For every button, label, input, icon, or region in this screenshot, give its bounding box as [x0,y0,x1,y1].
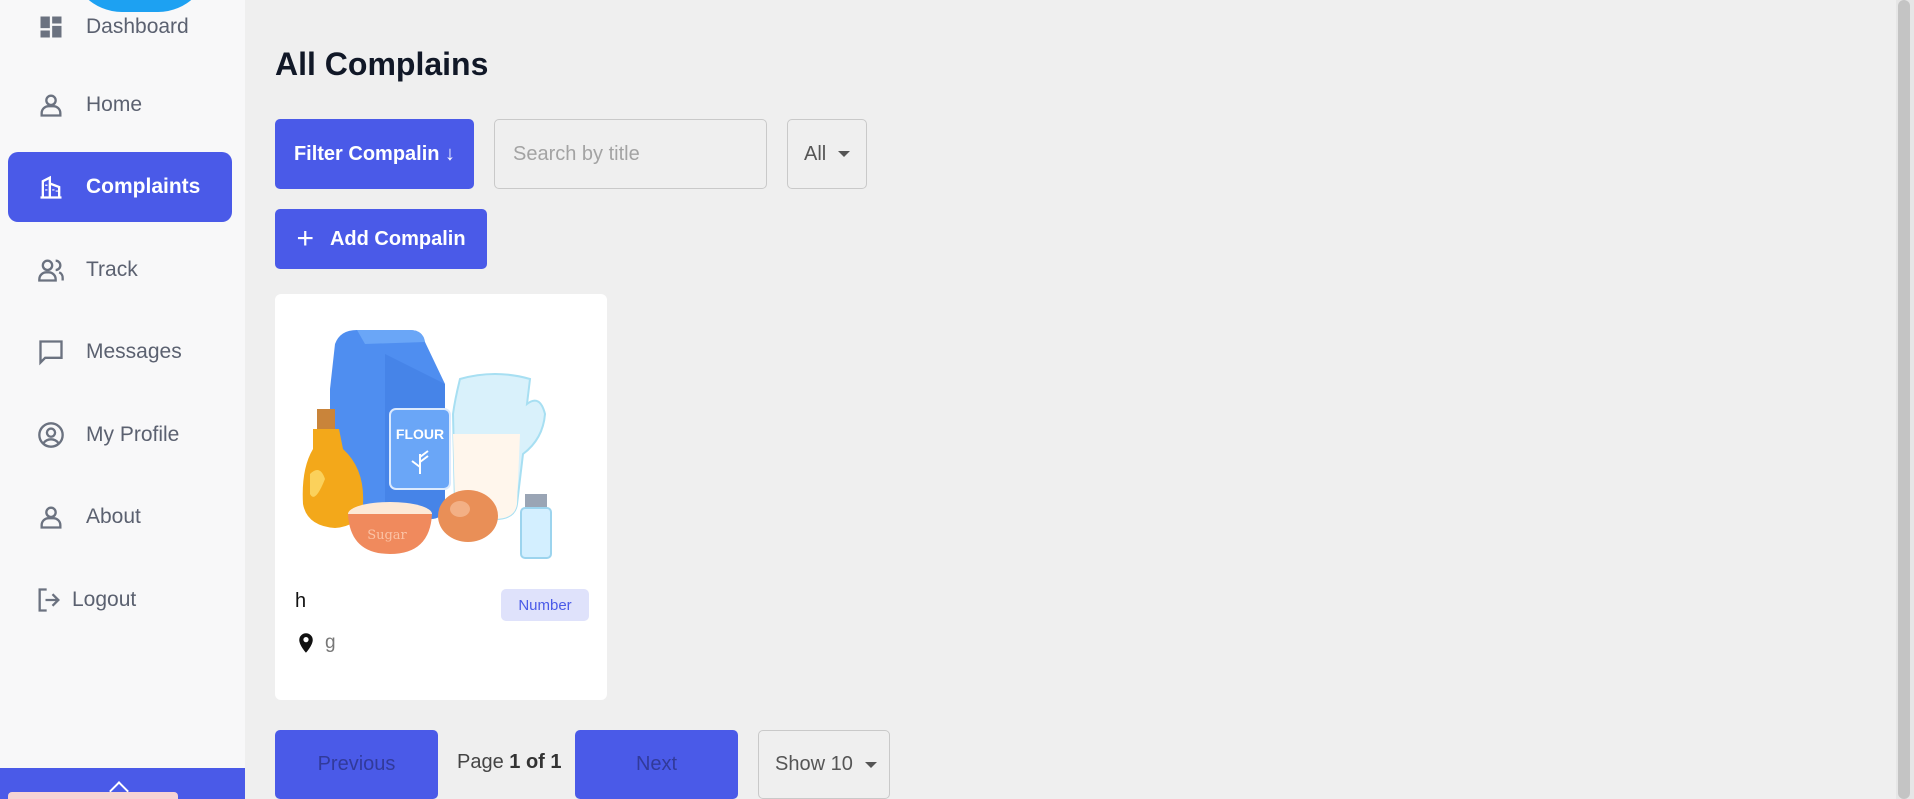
person-icon [36,90,66,120]
status-select[interactable]: All [787,119,867,189]
message-icon [36,337,66,367]
sidebar-footer-tab [8,792,178,799]
page-value: 1 of 1 [509,751,562,773]
sidebar-item-label: My Profile [86,423,180,446]
card-location: g [297,632,336,654]
next-button[interactable]: Next [575,730,738,799]
category-badge: Number [501,589,589,621]
card-title: h [295,590,307,612]
page-title: All Complains [275,46,489,82]
sidebar-item-home[interactable]: Home [8,70,232,140]
sidebar-item-label: Logout [72,588,137,611]
filter-button[interactable]: Filter Compalin ↓ [275,119,474,189]
card-location-text: g [325,632,336,653]
sidebar-collapse-bar[interactable] [0,768,245,799]
scrollbar-thumb[interactable] [1898,0,1910,799]
svg-text:Sugar: Sugar [367,528,407,543]
svg-text:FLOUR: FLOUR [396,426,444,442]
search-input[interactable] [494,119,767,189]
sidebar-item-about[interactable]: About [8,482,232,552]
sidebar: Dashboard Home Complaints Track Messages… [0,0,245,799]
sidebar-item-label: Complaints [86,175,201,198]
sidebar-item-dashboard[interactable]: Dashboard [8,0,232,62]
dashboard-icon [36,12,66,42]
add-complaint-button[interactable]: + Add Compalin [275,209,487,269]
chevron-down-icon [864,761,877,768]
scrollbar[interactable] [1896,0,1914,799]
person-icon [36,502,66,532]
sidebar-item-my-profile[interactable]: My Profile [8,400,232,470]
people-icon [36,255,66,285]
sidebar-item-track[interactable]: Track [8,235,232,305]
sidebar-item-label: About [86,505,141,528]
plus-icon: + [296,222,314,255]
sidebar-item-complaints[interactable]: Complaints [8,152,232,222]
building-icon [36,172,66,202]
sidebar-item-label: Dashboard [86,15,189,38]
location-pin-icon [299,633,313,653]
chevron-down-icon [838,151,851,157]
add-complaint-label: Add Compalin [329,227,466,250]
page-indicator: Page 1 of 1 [457,751,562,774]
sidebar-item-label: Track [86,258,138,281]
logout-icon [34,585,64,615]
sidebar-item-label: Home [86,93,143,116]
card-image: FLOUR Sugar [302,330,552,559]
page-size-select[interactable]: Show 10 [758,730,890,799]
sidebar-item-label: Messages [86,340,182,363]
page-size-value: Show 10 [775,753,853,775]
previous-button[interactable]: Previous [275,730,438,799]
sidebar-item-logout[interactable]: Logout [8,565,232,635]
status-select-value: All [804,142,827,165]
sidebar-item-messages[interactable]: Messages [8,317,232,387]
complaint-card[interactable]: FLOUR Sugar h Number g [275,294,607,700]
page-label: Page [457,751,504,773]
account-circle-icon [36,420,66,450]
